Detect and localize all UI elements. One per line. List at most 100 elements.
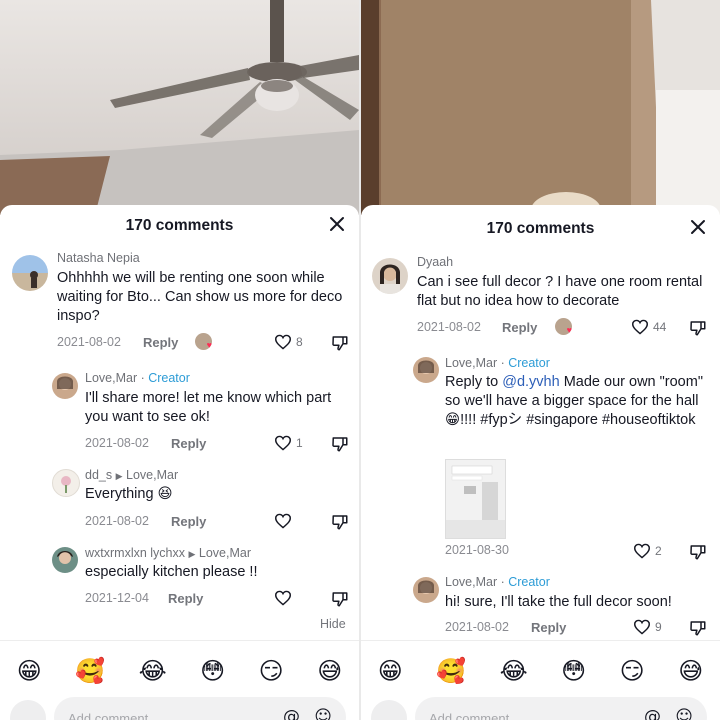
avatar[interactable] bbox=[12, 255, 48, 291]
like-count: 2 bbox=[655, 544, 662, 558]
heart-badge-icon: ♥ bbox=[566, 325, 572, 335]
person-avatar-image bbox=[57, 551, 73, 564]
comment-text: Can i see full decor ? I have one room r… bbox=[417, 274, 703, 309]
emoji-hearts-button[interactable]: 🥰 bbox=[75, 657, 105, 685]
reply-button[interactable]: Reply bbox=[171, 436, 206, 451]
avatar[interactable] bbox=[372, 258, 408, 294]
comment-date: 2021-12-04 bbox=[85, 591, 149, 605]
hide-replies-button[interactable]: Hide bbox=[320, 617, 346, 631]
creator-badge: Creator bbox=[148, 371, 190, 385]
reply-to-prefix: Reply to bbox=[445, 374, 503, 390]
emoji-hearts-button[interactable]: 🥰 bbox=[436, 657, 466, 685]
creator-avatar-image bbox=[57, 376, 73, 390]
comment-text: I'll share more! let me know which part … bbox=[85, 390, 332, 425]
avatar[interactable] bbox=[52, 469, 80, 497]
creator-avatar-image bbox=[418, 580, 434, 594]
comment-date: 2021-08-02 bbox=[85, 514, 149, 528]
reply-button[interactable]: Reply bbox=[171, 514, 206, 529]
comment-date: 2021-08-02 bbox=[445, 620, 509, 634]
emoji-flushed-button[interactable]: 😳 bbox=[200, 657, 225, 685]
like-count: 8 bbox=[296, 335, 303, 349]
reply-button[interactable]: Reply bbox=[168, 591, 203, 606]
commenter-name[interactable]: wxtxrmxlxn lychxx bbox=[85, 546, 185, 560]
commenter-name[interactable]: dd_s bbox=[85, 468, 112, 482]
mention-link[interactable]: @d.yvhh bbox=[502, 374, 559, 390]
avatar[interactable] bbox=[52, 373, 78, 399]
comment-date: 2021-08-02 bbox=[57, 335, 121, 349]
avatar[interactable] bbox=[413, 357, 439, 383]
comment-text-row: Everything 😆 bbox=[85, 485, 173, 504]
like-button[interactable] bbox=[274, 590, 292, 606]
heart-outline-icon bbox=[274, 590, 292, 606]
mention-icon[interactable]: @ bbox=[644, 707, 661, 720]
emoji-joy-button[interactable]: 😂 bbox=[500, 657, 528, 685]
commenter-name[interactable]: Love,Mar bbox=[445, 356, 497, 370]
reply-button[interactable]: Reply bbox=[502, 320, 537, 335]
creator-badge: Creator bbox=[508, 575, 550, 589]
close-icon[interactable] bbox=[688, 217, 708, 237]
laughing-emoji: 😆 bbox=[157, 486, 173, 502]
comment-text: Everything bbox=[85, 486, 154, 502]
commenter-name-row: dd_s ▶ Love,Mar bbox=[85, 468, 178, 482]
dislike-icon[interactable] bbox=[331, 590, 349, 608]
emoji-grin-button[interactable]: 😁 bbox=[378, 657, 403, 685]
ceiling-fan-video-background bbox=[0, 0, 359, 215]
dislike-icon[interactable] bbox=[689, 319, 707, 337]
avatar[interactable] bbox=[52, 547, 78, 573]
dislike-icon[interactable] bbox=[689, 543, 707, 561]
like-button[interactable]: 44 bbox=[631, 319, 666, 335]
replied-to-name[interactable]: Love,Mar bbox=[199, 546, 251, 560]
emoji-picker-icon[interactable]: ☺ bbox=[675, 707, 693, 720]
creator-badge: Creator bbox=[508, 356, 550, 370]
dislike-icon[interactable] bbox=[689, 619, 707, 637]
reply-arrow-icon: ▶ bbox=[188, 549, 196, 559]
comment-placeholder: Add comment... bbox=[429, 711, 521, 720]
room-thumbnail-image bbox=[446, 460, 505, 538]
avatar[interactable] bbox=[413, 577, 439, 603]
like-button[interactable]: 8 bbox=[274, 334, 303, 350]
comment-text: Ohhhhh we will be renting one soon while… bbox=[57, 270, 343, 324]
commenter-name[interactable]: Love,Mar bbox=[85, 371, 137, 385]
comment-input[interactable]: Add comment... @ ☺ bbox=[415, 697, 707, 720]
mention-icon[interactable]: @ bbox=[283, 707, 300, 720]
heart-outline-icon bbox=[631, 319, 649, 335]
emoji-grin-button[interactable]: 😁 bbox=[17, 657, 42, 685]
commenter-name[interactable]: Natasha Nepia bbox=[57, 251, 140, 265]
dislike-icon[interactable] bbox=[331, 435, 349, 453]
emoji-joy-button[interactable]: 😂 bbox=[139, 657, 167, 685]
heart-badge-icon: ♥ bbox=[206, 340, 212, 350]
emoji-smirk-button[interactable]: 😏 bbox=[259, 657, 284, 685]
reply-button[interactable]: Reply bbox=[531, 620, 566, 635]
quick-emoji-bar: 😁 🥰 😂 😳 😏 😅 bbox=[0, 640, 359, 701]
commenter-name-row: wxtxrmxlxn lychxx ▶ Love,Mar bbox=[85, 546, 251, 560]
like-button[interactable]: 9 bbox=[633, 619, 662, 635]
dislike-icon[interactable] bbox=[331, 334, 349, 352]
like-button[interactable]: 2 bbox=[633, 543, 662, 559]
creator-avatar-image bbox=[418, 360, 434, 374]
dislike-icon[interactable] bbox=[331, 513, 349, 531]
commenter-name[interactable]: Dyaah bbox=[417, 255, 453, 269]
heart-outline-icon bbox=[633, 543, 651, 559]
comment-input[interactable]: Add comment... @ ☺ bbox=[54, 697, 346, 720]
commenter-name-row: Love,Mar · Creator bbox=[445, 356, 550, 370]
commenter-name-row: Love,Mar · Creator bbox=[445, 575, 550, 589]
like-button[interactable] bbox=[274, 513, 292, 529]
comment-placeholder: Add comment... bbox=[68, 711, 160, 720]
reply-button[interactable]: Reply bbox=[143, 335, 178, 350]
emoji-sweat-smile-button[interactable]: 😅 bbox=[317, 657, 342, 685]
replied-to-name[interactable]: Love,Mar bbox=[126, 468, 178, 482]
emoji-flushed-button[interactable]: 😳 bbox=[561, 657, 586, 685]
video-reply-thumbnail[interactable] bbox=[445, 459, 506, 539]
like-button[interactable]: 1 bbox=[274, 435, 303, 451]
beach-avatar-image bbox=[30, 271, 38, 288]
emoji-picker-icon[interactable]: ☺ bbox=[314, 707, 332, 720]
left-screenshot: 170 comments Natasha Nepia Ohhhhh we wil… bbox=[0, 0, 359, 720]
emoji-sweat-smile-button[interactable]: 😅 bbox=[678, 657, 703, 685]
creator-liked-avatar: ♥ bbox=[195, 333, 212, 350]
commenter-name[interactable]: Love,Mar bbox=[445, 575, 497, 589]
comment-date: 2021-08-30 bbox=[445, 543, 509, 557]
emoji-smirk-button[interactable]: 😏 bbox=[620, 657, 645, 685]
comment-text: especially kitchen please !! bbox=[85, 564, 258, 580]
separator-dot: · bbox=[497, 356, 509, 370]
close-icon[interactable] bbox=[327, 214, 347, 234]
